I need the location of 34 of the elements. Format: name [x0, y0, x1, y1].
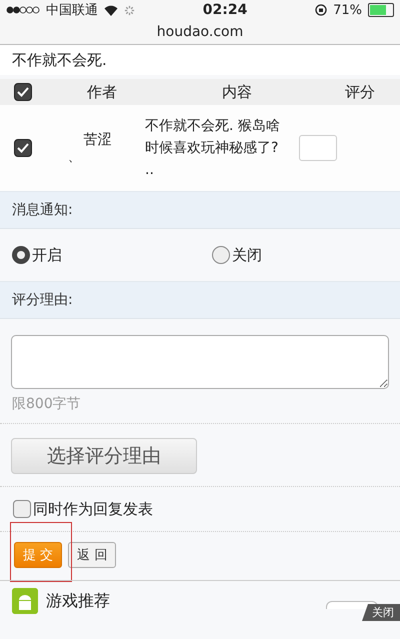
- radio-label[interactable]: 开启: [32, 246, 62, 264]
- intro-text: 不作就不会死.: [12, 50, 107, 70]
- column-header: 作者: [86, 82, 118, 102]
- radio-label[interactable]: 关闭: [232, 246, 262, 264]
- signal-icon: [6, 6, 40, 14]
- rotation-lock-icon: [315, 4, 328, 16]
- length-hint: 限800字节: [12, 396, 81, 412]
- close-tab[interactable]: 关闭: [362, 604, 400, 621]
- loading-icon: [124, 4, 135, 16]
- author-mark: 、: [68, 148, 80, 166]
- column-header: 内容: [220, 82, 253, 102]
- battery-percent: 71%: [333, 2, 362, 18]
- author-cell: 苦涩: [84, 130, 112, 148]
- content-cell-text: 不作就不会死. 猴岛啥时候喜欢玩神秘感了? ..: [145, 117, 281, 180]
- section-header: 评分理由:: [0, 281, 400, 319]
- checkbox[interactable]: [13, 500, 31, 518]
- section-header: 消息通知:: [0, 191, 400, 229]
- choose-reason-button[interactable]: 选择评分理由: [11, 438, 197, 474]
- wifi-icon: [104, 4, 118, 16]
- address-url[interactable]: houdao.com: [156, 24, 244, 40]
- battery-icon: [368, 3, 394, 17]
- radio-button[interactable]: [212, 246, 230, 264]
- score-field[interactable]: [299, 135, 337, 161]
- carrier-name: 中国联通: [46, 2, 98, 19]
- android-icon: [12, 588, 38, 614]
- bottom-bar-title: 游戏推荐: [46, 590, 110, 612]
- checkbox-label[interactable]: 同时作为回复发表: [33, 500, 153, 518]
- radio-button[interactable]: [12, 246, 30, 264]
- column-header: 评分: [344, 82, 376, 102]
- status-time: 02:24: [202, 2, 248, 18]
- checkbox[interactable]: [14, 139, 32, 157]
- checkbox[interactable]: [14, 83, 32, 101]
- reason-field[interactable]: [11, 335, 389, 389]
- back-button[interactable]: 返 回: [68, 542, 116, 568]
